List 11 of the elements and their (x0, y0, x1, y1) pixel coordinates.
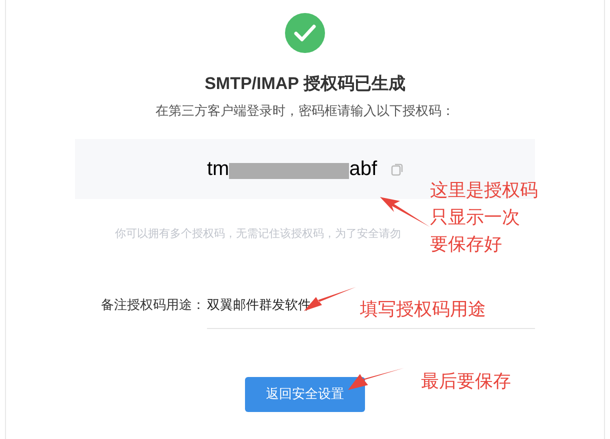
annotation-text: 只显示一次 (430, 206, 521, 229)
annotation-text: 这里是授权码 (430, 179, 538, 202)
annotation-text: 最后要保存 (421, 370, 511, 393)
annotation-text: 填写授权码用途 (360, 298, 486, 321)
code-end: abf (349, 157, 378, 182)
instruction-text: 在第三方客户端登录时，密码框请输入以下授权码： (156, 102, 454, 120)
page-title: SMTP/IMAP 授权码已生成 (204, 73, 406, 95)
field-label: 备注授权码用途： (101, 296, 205, 314)
annotation-text: 要保存好 (430, 233, 503, 256)
code-start: tm (206, 157, 230, 182)
hint-text: 你可以拥有多个授权码，无需记住该授权码，为了安全请勿 (115, 228, 401, 240)
